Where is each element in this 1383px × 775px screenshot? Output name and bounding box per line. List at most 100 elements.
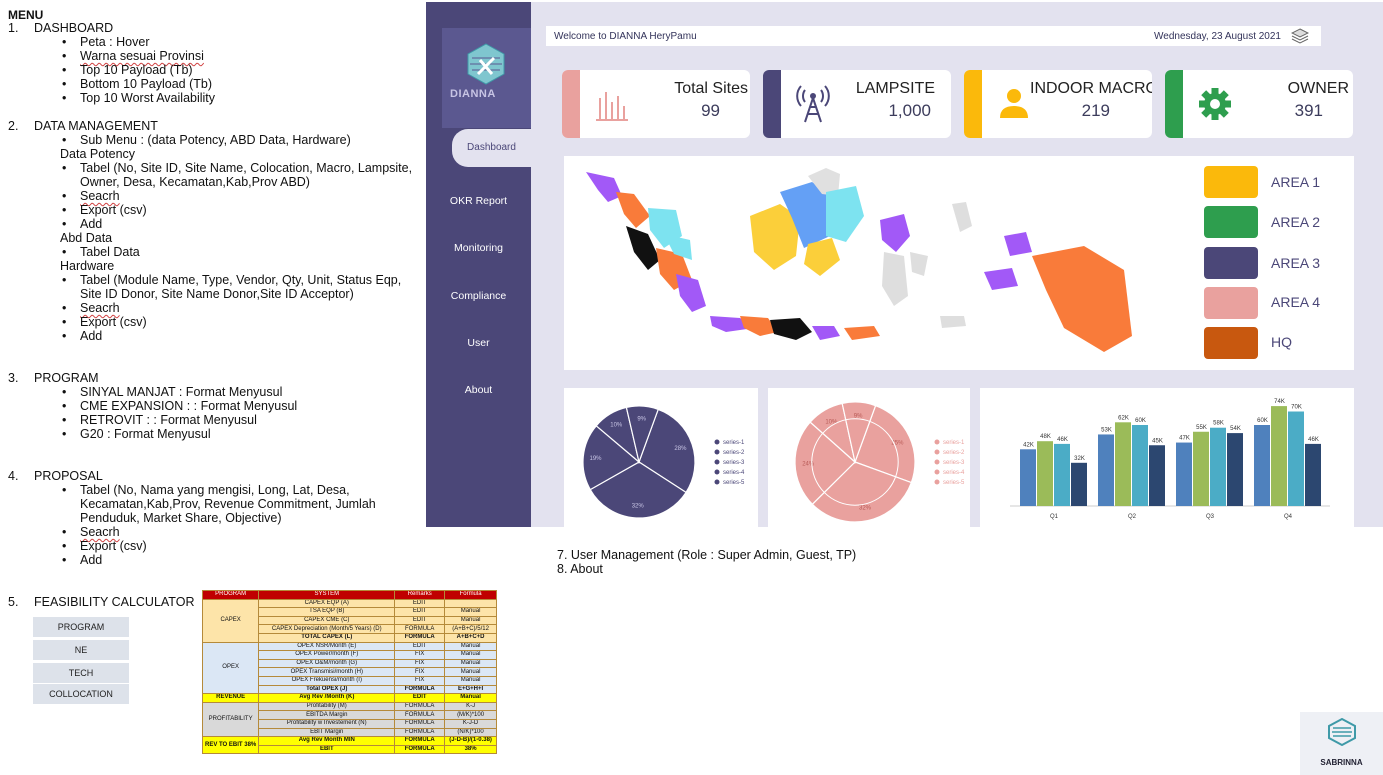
legend-dot <box>934 479 940 485</box>
legend-dot <box>934 459 940 465</box>
kpi-total-sites: Total Sites 99 <box>562 70 750 138</box>
col-header: PROGRAM <box>201 590 260 600</box>
section-number: 3. <box>8 371 19 385</box>
note-item: Warna sesuai Provinsi <box>8 49 428 63</box>
nav-user[interactable]: User <box>426 337 531 349</box>
bar <box>1193 431 1209 506</box>
nav-about[interactable]: About <box>426 384 531 396</box>
note-item: Sub Menu : (data Potency, ABD Data, Hard… <box>8 133 428 147</box>
table-cell: FORMULA <box>394 684 446 695</box>
bar <box>1037 441 1053 506</box>
table-cell: Manual <box>444 641 497 652</box>
bar-label: 53K <box>1101 427 1112 433</box>
legend-label: series-2 <box>723 450 745 456</box>
kpi-value: 219 <box>1081 101 1110 120</box>
note-subheading: Hardware <box>60 259 115 273</box>
table-cell: FORMULA <box>394 710 446 720</box>
col-header: SYSTEM <box>258 590 396 600</box>
group-cell: PROFITABILITY <box>201 701 260 738</box>
note-about: 8. About <box>557 562 603 576</box>
collocation-button[interactable]: COLLOCATION <box>33 684 129 704</box>
legend-label: HQ <box>1271 334 1292 350</box>
table-cell: EBITDA Margin <box>258 710 396 720</box>
group-cell: CAPEX <box>201 598 260 643</box>
table-cell: (N/K)*100 <box>444 727 497 738</box>
legend-swatch[interactable] <box>1204 206 1258 238</box>
legend-dot <box>934 469 940 475</box>
indonesia-map[interactable] <box>564 156 1164 370</box>
note-item-cont: Site ID Donor, Site Name Donor,Site ID A… <box>80 287 354 301</box>
table-cell: EDIT <box>394 615 446 626</box>
nav-compliance[interactable]: Compliance <box>426 290 531 302</box>
note-item: CME EXPANSION : : Format Menyusul <box>8 399 428 413</box>
section-title: DASHBOARD <box>34 21 114 35</box>
note-item: Seacrh <box>8 525 428 539</box>
table-cell: FIX <box>394 650 446 660</box>
table-cell: (J-D-B)/(1-0.38) <box>444 736 497 746</box>
nav-okr-report[interactable]: OKR Report <box>426 195 531 207</box>
legend-label: series-3 <box>723 460 745 466</box>
table-cell: EDIT <box>394 598 446 609</box>
tech-button[interactable]: TECH <box>33 663 129 683</box>
table-cell: CAPEX CME (C) <box>258 615 396 626</box>
table-row: REV TO EBIT 38% Avg Rev Month MIN FORMULA(… <box>201 736 497 755</box>
pie-chart-1[interactable]: 28% 32% 19% 10% 9% series-1 series-2 series-3 se… <box>564 388 758 527</box>
note-item: Export (csv) <box>8 539 428 553</box>
note-item: Add <box>8 217 428 231</box>
pie-chart-2[interactable]: 25%32%24%10%9%series-1series-2series-3se… <box>768 388 970 527</box>
legend-swatch[interactable] <box>1204 327 1258 359</box>
bar <box>1305 443 1321 506</box>
sabrinna-logo-icon <box>1328 718 1356 746</box>
note-item: Top 10 Payload (Tb) <box>8 63 428 77</box>
table-cell: EDIT <box>394 693 446 703</box>
dianna-logo-icon <box>467 43 505 85</box>
table-cell: Manual <box>444 650 497 660</box>
legend-dot <box>934 439 940 445</box>
note-subheading: Data Potency <box>60 147 136 161</box>
table-cell: Avg Rev Month MIN <box>258 736 396 746</box>
bar-label: 32K <box>1074 456 1085 462</box>
note-item: Export (csv) <box>8 315 428 329</box>
table-cell: (A+B+C)/5/12 <box>444 624 497 634</box>
logo-text: DIANNA <box>450 88 496 100</box>
table-cell: EBIT <box>258 744 396 755</box>
group-cell: REVENUE <box>201 693 260 703</box>
bar-label: 55K <box>1196 425 1207 431</box>
legend-swatch[interactable] <box>1204 166 1258 198</box>
legend-swatch[interactable] <box>1204 247 1258 279</box>
section-title: PROPOSAL <box>34 469 103 483</box>
bar <box>1149 445 1165 506</box>
slice-label: 32% <box>632 504 645 510</box>
category-label: Q4 <box>1284 514 1293 520</box>
map-panel: AREA 1 AREA 2 AREA 3 AREA 4 HQ <box>564 156 1354 370</box>
nav-dashboard[interactable]: Dashboard <box>452 129 531 167</box>
table-cell: FIX <box>394 667 446 677</box>
bar <box>1020 449 1036 506</box>
legend-label: AREA 3 <box>1271 255 1321 271</box>
bar-chart[interactable]: 42K 48K 46K 32K Q1 53K 62K 60K 45K Q2 47K 55K 58K 54K… <box>980 388 1354 527</box>
col-header: Remarks <box>394 590 446 600</box>
dashboard-mockup: DIANNA Dashboard OKR Report Monitoring C… <box>426 2 1383 527</box>
table-cell: OPEX O&M/month (G) <box>258 658 396 669</box>
nav-monitoring[interactable]: Monitoring <box>426 242 531 254</box>
table-cell: (M/K)*100 <box>444 710 497 720</box>
table-cell: Manual <box>444 693 497 703</box>
legend-swatch[interactable] <box>1204 287 1258 319</box>
group-cell: OPEX <box>201 641 260 695</box>
bar <box>1115 422 1131 506</box>
layers-icon[interactable] <box>1291 28 1309 44</box>
kpi-label: OWNER <box>1287 80 1349 97</box>
bar-label: 60K <box>1135 418 1146 424</box>
ne-button[interactable]: NE <box>33 640 129 660</box>
feasibility-table: PROGRAM SYSTEM Remarks Formula CAPEX CAPE… <box>201 590 497 755</box>
bar <box>1271 406 1287 506</box>
program-button[interactable]: PROGRAM <box>33 617 129 637</box>
group-cell: REV TO EBIT 38% <box>201 736 260 755</box>
menu-title: MENU <box>8 8 44 22</box>
bar-label: 45K <box>1152 438 1163 444</box>
table-cell: K-J <box>444 701 497 712</box>
bar <box>1054 443 1070 506</box>
legend-dot <box>714 439 720 445</box>
note-item: Tabel (No, Site ID, Site Name, Colocatio… <box>8 161 428 175</box>
table-cell: Total OPEX (J) <box>258 684 396 695</box>
